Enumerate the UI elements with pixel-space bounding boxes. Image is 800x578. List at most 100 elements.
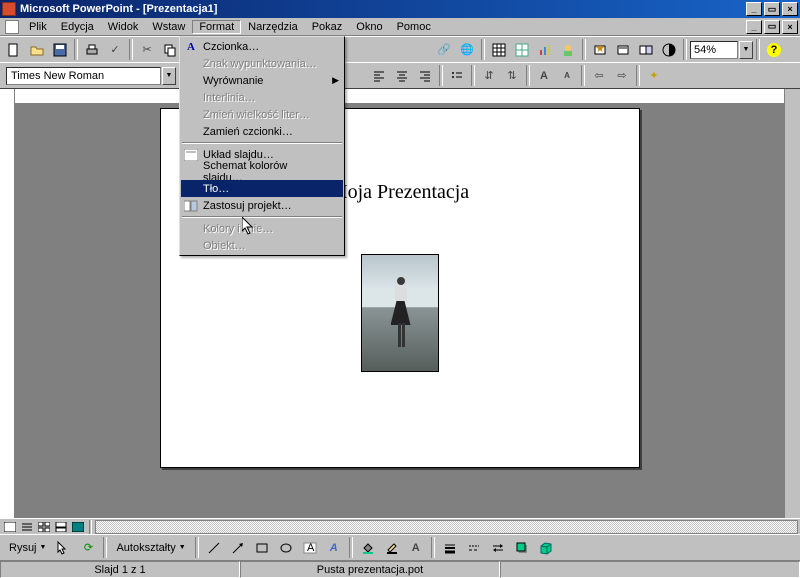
oval-button[interactable]	[275, 537, 297, 558]
font-color-button[interactable]: A	[405, 537, 427, 558]
status-slide-number: Slajd 1 z 1	[0, 561, 240, 578]
wordart-button[interactable]: A	[323, 537, 345, 558]
window-title: Microsoft PowerPoint - [Prezentacja1]	[20, 3, 217, 15]
zoom-value: 54%	[694, 44, 716, 56]
copy-button[interactable]	[159, 39, 181, 60]
promote-button[interactable]: ⇦	[588, 65, 610, 86]
menu-bar: Plik Edycja Widok Wstaw Format Narzędzia…	[0, 18, 800, 36]
menu-plik[interactable]: Plik	[22, 20, 54, 34]
menu-item-czcionka[interactable]: A Czcionka…	[181, 38, 343, 55]
line-color-button[interactable]	[381, 537, 403, 558]
ruler-vertical	[0, 89, 15, 518]
line-style-button[interactable]	[439, 537, 461, 558]
menu-pomoc[interactable]: Pomoc	[390, 20, 438, 34]
textbox-button[interactable]: A	[299, 537, 321, 558]
horizontal-scrollbar[interactable]	[95, 520, 798, 534]
apply-design-button[interactable]	[635, 39, 657, 60]
spelling-button[interactable]: ✓	[104, 39, 126, 60]
doc-close-button[interactable]: ×	[782, 20, 798, 34]
decrease-spacing-button[interactable]: ⇅	[501, 65, 523, 86]
animation-effects-button[interactable]: ✦	[643, 65, 665, 86]
font-name-dropdown-arrow[interactable]: ▼	[162, 67, 176, 85]
zoom-combobox[interactable]: 54%	[690, 41, 738, 59]
slide-stage[interactable]: Moja Prezentacja	[15, 89, 784, 518]
arrow-style-button[interactable]	[487, 537, 509, 558]
align-right-button[interactable]	[414, 65, 436, 86]
menu-item-zmien-wielkosc-liter: Zmień wielkość liter…	[181, 106, 343, 123]
maximize-button[interactable]: ▭	[764, 2, 780, 16]
notes-view-button[interactable]	[53, 520, 69, 534]
arrow-button[interactable]	[227, 537, 249, 558]
menu-item-schemat-kolorow[interactable]: Schemat kolorów slajdu…	[181, 163, 343, 180]
insert-hyperlink-button[interactable]: 🔗	[433, 39, 455, 60]
slide-layout-button[interactable]	[612, 39, 634, 60]
cut-button[interactable]: ✂	[136, 39, 158, 60]
menu-narzedzia[interactable]: Narzędzia	[241, 20, 305, 34]
insert-clipart-button[interactable]	[557, 39, 579, 60]
autoshapes-menu-button[interactable]: Autokształty ▼	[111, 539, 190, 557]
new-slide-button[interactable]: ★	[589, 39, 611, 60]
status-empty	[500, 561, 800, 578]
menu-widok[interactable]: Widok	[101, 20, 146, 34]
demote-button[interactable]: ⇨	[611, 65, 633, 86]
increase-spacing-button[interactable]: ⇵	[478, 65, 500, 86]
dash-style-button[interactable]	[463, 537, 485, 558]
menu-separator	[182, 216, 342, 218]
menu-edycja[interactable]: Edycja	[54, 20, 101, 34]
insert-chart-button[interactable]	[534, 39, 556, 60]
menu-pokaz[interactable]: Pokaz	[305, 20, 350, 34]
svg-text:★: ★	[595, 43, 605, 55]
normal-view-button[interactable]	[2, 520, 18, 534]
menu-item-tlo[interactable]: Tło…	[181, 180, 343, 197]
increase-font-button[interactable]: A	[533, 65, 555, 86]
zoom-dropdown-arrow[interactable]: ▼	[739, 41, 753, 59]
minimize-button[interactable]: _	[746, 2, 762, 16]
menu-okno[interactable]: Okno	[349, 20, 389, 34]
align-center-button[interactable]	[391, 65, 413, 86]
save-button[interactable]	[49, 39, 71, 60]
status-bar: Slajd 1 z 1 Pusta prezentacja.pot	[0, 560, 800, 578]
menu-item-wyrownanie[interactable]: Wyrównanie▶	[181, 72, 343, 89]
bullets-button[interactable]	[446, 65, 468, 86]
doc-minimize-button[interactable]: _	[746, 20, 762, 34]
view-buttons-bar	[0, 518, 800, 534]
shadow-button[interactable]	[511, 537, 533, 558]
slideshow-view-button[interactable]	[70, 520, 86, 534]
slide-sorter-view-button[interactable]	[36, 520, 52, 534]
formatting-toolbar: Times New Roman ▼ ⇵ ⇅ A A ⇦ ⇨ ✦	[0, 62, 800, 88]
menu-item-znak-wypunktowania: Znak wypunktowania…	[181, 55, 343, 72]
menu-item-zastosuj-projekt[interactable]: Zastosuj projekt…	[181, 197, 343, 214]
black-white-button[interactable]	[658, 39, 680, 60]
fill-color-button[interactable]	[357, 537, 379, 558]
align-left-button[interactable]	[368, 65, 390, 86]
ruler-horizontal	[15, 89, 784, 104]
system-menu-icon[interactable]	[5, 20, 19, 34]
line-button[interactable]	[203, 537, 225, 558]
workspace: Moja Prezentacja	[0, 88, 800, 518]
menu-item-zamien-czcionki[interactable]: Zamień czcionki…	[181, 123, 343, 140]
vertical-scrollbar[interactable]	[784, 89, 800, 518]
3d-button[interactable]	[535, 537, 557, 558]
outline-view-button[interactable]	[19, 520, 35, 534]
format-menu-dropdown: A Czcionka… Znak wypunktowania… Wyrównan…	[179, 36, 345, 256]
insert-worksheet-button[interactable]	[511, 39, 533, 60]
close-button[interactable]: ×	[782, 2, 798, 16]
svg-text:A: A	[307, 542, 315, 554]
open-button[interactable]	[26, 39, 48, 60]
font-name-combobox[interactable]: Times New Roman	[6, 67, 161, 85]
standard-toolbar: ✓ ✂ ↶ ↷ 🔗 🌐 ★ 54% ▼ ?	[0, 36, 800, 62]
insert-table-button[interactable]	[488, 39, 510, 60]
decrease-font-button[interactable]: A	[556, 65, 578, 86]
doc-restore-button[interactable]: ▭	[764, 20, 780, 34]
draw-menu-button[interactable]: Rysuj ▼	[4, 539, 51, 557]
slide-image[interactable]	[361, 254, 439, 372]
free-rotate-button[interactable]: ⟳	[77, 537, 99, 558]
print-button[interactable]	[81, 39, 103, 60]
help-button[interactable]: ?	[763, 39, 785, 60]
web-toolbar-button[interactable]: 🌐	[456, 39, 478, 60]
rectangle-button[interactable]	[251, 537, 273, 558]
new-button[interactable]	[3, 39, 25, 60]
menu-format[interactable]: Format	[192, 20, 241, 34]
select-objects-button[interactable]	[53, 537, 75, 558]
menu-wstaw[interactable]: Wstaw	[145, 20, 192, 34]
